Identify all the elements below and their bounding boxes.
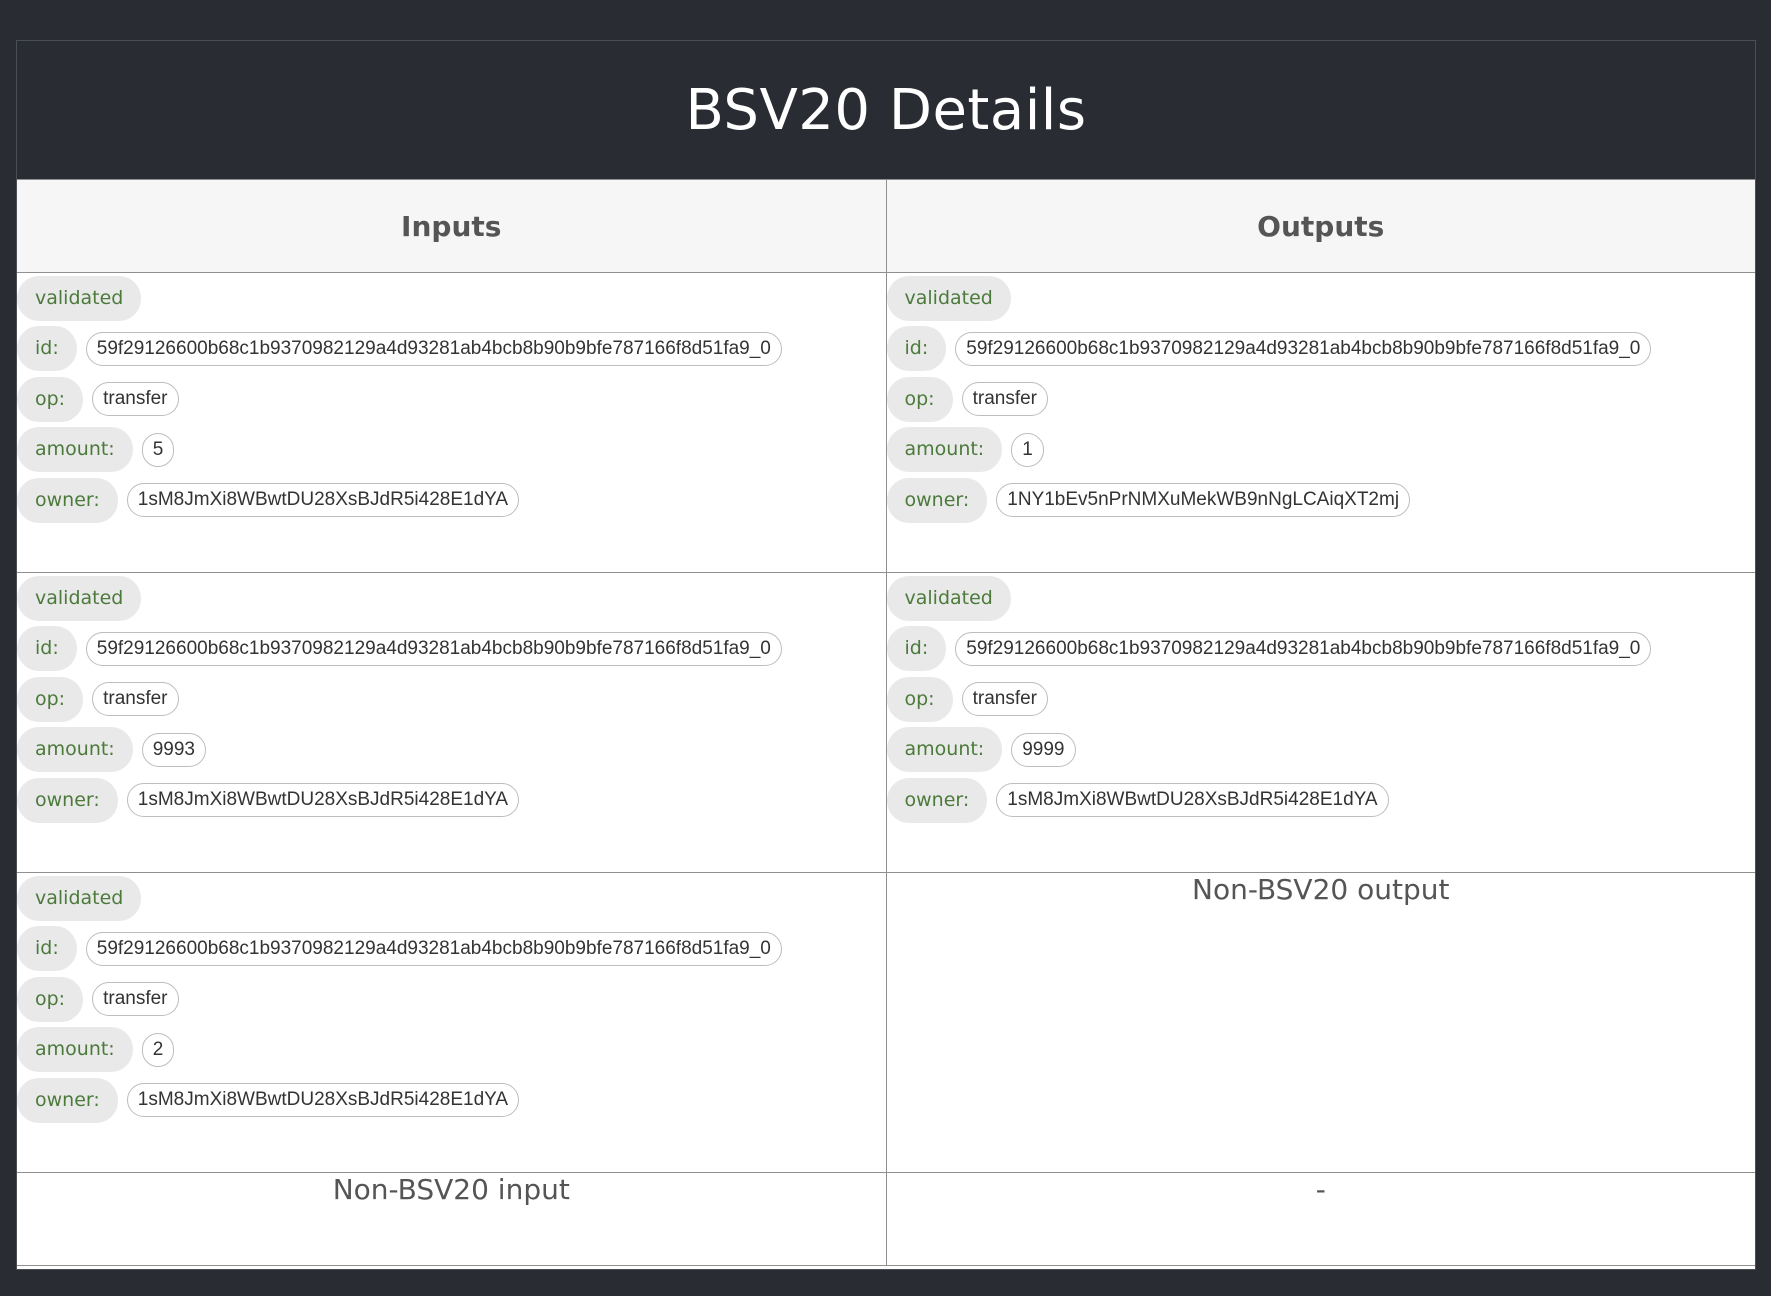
id-row: id: 59f29126600b68c1b9370982129a4d93281a… xyxy=(17,324,886,375)
op-row: op: transfer xyxy=(886,674,1756,725)
owner-row: owner: 1sM8JmXi8WBwtDU28XsBJdR5i428E1dYA xyxy=(17,775,886,826)
op-label: op: xyxy=(17,376,84,422)
op-value: transfer xyxy=(92,982,179,1017)
id-value: 59f29126600b68c1b9370982129a4d93281ab4bc… xyxy=(85,931,782,966)
validated-row: validated xyxy=(17,573,886,624)
owner-label: owner: xyxy=(17,477,118,523)
id-value: 59f29126600b68c1b9370982129a4d93281ab4bc… xyxy=(85,631,782,666)
op-label: op: xyxy=(17,976,84,1022)
owner-value: 1sM8JmXi8WBwtDU28XsBJdR5i428E1dYA xyxy=(126,783,520,818)
id-value: 59f29126600b68c1b9370982129a4d93281ab4bc… xyxy=(955,331,1652,366)
amount-value: 1 xyxy=(1011,432,1044,467)
inputs-column-header: Inputs xyxy=(17,179,887,273)
id-row: id: 59f29126600b68c1b9370982129a4d93281a… xyxy=(886,624,1756,675)
input-token-cell: validated id: 59f29126600b68c1b937098212… xyxy=(17,272,887,573)
amount-value: 5 xyxy=(141,432,175,467)
amount-label: amount: xyxy=(886,427,1003,473)
validated-badge: validated xyxy=(17,275,142,321)
table-row: validated id: 59f29126600b68c1b937098212… xyxy=(17,572,1756,873)
page-title: BSV20 Details xyxy=(685,77,1087,143)
op-value: transfer xyxy=(92,382,179,417)
id-label: id: xyxy=(886,326,947,372)
amount-row: amount: 9993 xyxy=(17,725,886,776)
validated-badge: validated xyxy=(886,575,1011,621)
page-header: BSV20 Details xyxy=(17,41,1755,179)
id-label: id: xyxy=(17,626,77,672)
owner-value: 1NY1bEv5nPrNMXuMekWB9nNgLCAiqXT2mj xyxy=(996,483,1411,518)
amount-value: 9999 xyxy=(1011,732,1076,767)
owner-row: owner: 1NY1bEv5nPrNMXuMekWB9nNgLCAiqXT2m… xyxy=(886,475,1756,526)
validated-badge: validated xyxy=(886,275,1011,321)
op-value: transfer xyxy=(961,382,1049,417)
id-value: 59f29126600b68c1b9370982129a4d93281ab4bc… xyxy=(85,331,782,366)
table-row: validated id: 59f29126600b68c1b937098212… xyxy=(17,872,1755,1173)
amount-row: amount: 5 xyxy=(17,425,886,476)
op-label: op: xyxy=(886,676,953,722)
bsv20-details-panel: BSV20 Details Inputs Outputs validated i… xyxy=(16,40,1756,1270)
amount-row: amount: 9999 xyxy=(886,725,1756,776)
amount-row: amount: 2 xyxy=(17,1025,886,1076)
empty-output-cell: - xyxy=(885,1172,1755,1266)
amount-label: amount: xyxy=(17,727,133,773)
owner-label: owner: xyxy=(886,777,988,823)
validated-row: validated xyxy=(17,873,886,924)
table-row: Non-BSV20 input - xyxy=(17,1172,1755,1266)
validated-row: validated xyxy=(886,273,1756,324)
owner-row: owner: 1sM8JmXi8WBwtDU28XsBJdR5i428E1dYA xyxy=(17,1075,886,1126)
op-row: op: transfer xyxy=(17,674,886,725)
op-row: op: transfer xyxy=(17,974,886,1025)
table-header-row: Inputs Outputs xyxy=(17,179,1755,273)
outputs-column-header: Outputs xyxy=(885,179,1755,273)
owner-label: owner: xyxy=(17,777,118,823)
validated-row: validated xyxy=(17,273,886,324)
validated-row: validated xyxy=(886,573,1756,624)
op-row: op: transfer xyxy=(886,374,1756,425)
id-label: id: xyxy=(17,326,77,372)
amount-label: amount: xyxy=(17,1027,133,1073)
id-label: id: xyxy=(886,626,947,672)
owner-row: owner: 1sM8JmXi8WBwtDU28XsBJdR5i428E1dYA xyxy=(886,775,1756,826)
input-token-cell: validated id: 59f29126600b68c1b937098212… xyxy=(17,872,887,1173)
output-token-cell: validated id: 59f29126600b68c1b937098212… xyxy=(885,272,1756,573)
table-row: validated id: 59f29126600b68c1b937098212… xyxy=(17,272,1756,573)
validated-badge: validated xyxy=(17,575,142,621)
id-value: 59f29126600b68c1b9370982129a4d93281ab4bc… xyxy=(955,631,1652,666)
op-label: op: xyxy=(17,676,84,722)
id-label: id: xyxy=(17,926,77,972)
output-token-cell: validated id: 59f29126600b68c1b937098212… xyxy=(885,572,1756,873)
amount-row: amount: 1 xyxy=(886,425,1756,476)
owner-label: owner: xyxy=(886,477,988,523)
input-token-cell: validated id: 59f29126600b68c1b937098212… xyxy=(17,572,887,873)
amount-value: 2 xyxy=(141,1032,175,1067)
op-value: transfer xyxy=(92,682,179,717)
op-row: op: transfer xyxy=(17,374,886,425)
amount-label: amount: xyxy=(886,727,1003,773)
non-bsv20-input-cell: Non-BSV20 input xyxy=(17,1172,887,1266)
owner-value: 1sM8JmXi8WBwtDU28XsBJdR5i428E1dYA xyxy=(126,1083,520,1118)
amount-label: amount: xyxy=(17,427,133,473)
validated-badge: validated xyxy=(17,875,142,921)
owner-label: owner: xyxy=(17,1077,118,1123)
owner-value: 1sM8JmXi8WBwtDU28XsBJdR5i428E1dYA xyxy=(996,783,1389,818)
non-bsv20-output-cell: Non-BSV20 output xyxy=(885,872,1755,1173)
io-table: Inputs Outputs validated id: 59f29126600… xyxy=(17,179,1755,1266)
op-value: transfer xyxy=(961,682,1049,717)
owner-value: 1sM8JmXi8WBwtDU28XsBJdR5i428E1dYA xyxy=(126,483,520,518)
op-label: op: xyxy=(886,376,953,422)
id-row: id: 59f29126600b68c1b9370982129a4d93281a… xyxy=(17,924,886,975)
id-row: id: 59f29126600b68c1b9370982129a4d93281a… xyxy=(886,324,1756,375)
owner-row: owner: 1sM8JmXi8WBwtDU28XsBJdR5i428E1dYA xyxy=(17,475,886,526)
amount-value: 9993 xyxy=(141,732,206,767)
id-row: id: 59f29126600b68c1b9370982129a4d93281a… xyxy=(17,624,886,675)
